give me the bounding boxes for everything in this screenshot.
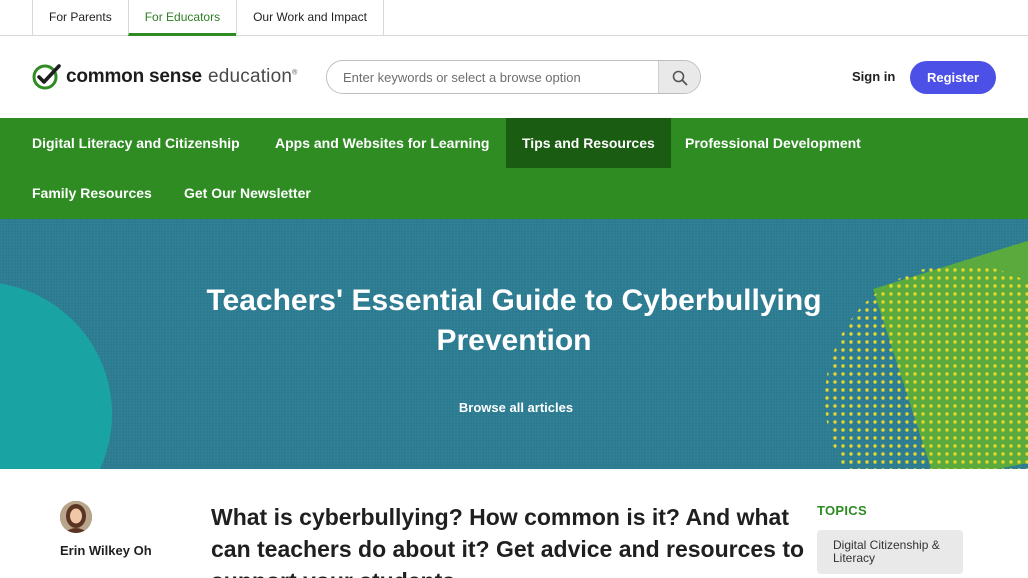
search-input[interactable] [327,61,658,93]
search-button[interactable] [658,61,700,93]
checkmark-logo-icon [32,64,61,90]
nav-item-newsletter[interactable]: Get Our Newsletter [184,168,311,218]
main-navigation: Digital Literacy and Citizenship Apps an… [0,118,1028,219]
logo-subbrand: education® [208,66,298,88]
site-header: common sense education® Sign in Register [0,36,1028,118]
tab-for-parents[interactable]: For Parents [32,0,128,36]
article-intro: What is cyberbullying? How common is it?… [211,504,805,578]
teal-circle-shape [0,283,112,469]
nav-item-professional-development[interactable]: Professional Development [685,118,861,168]
page-title: Teachers' Essential Guide to Cyberbullyi… [206,284,822,357]
topic-chip-digital-citizenship[interactable]: Digital Citizenship & Literacy [817,530,963,574]
tab-for-educators[interactable]: For Educators [127,0,237,36]
tab-our-work-and-impact[interactable]: Our Work and Impact [236,0,384,36]
register-button[interactable]: Register [910,61,996,94]
author-portrait-icon [60,501,92,533]
author-name[interactable]: Erin Wilkey Oh [60,543,152,558]
topics-heading: TOPICS [817,503,867,518]
audience-bar: For Parents For Educators Our Work and I… [0,0,1028,36]
browse-all-articles-link[interactable]: Browse all articles [416,400,616,415]
nav-item-tips-and-resources[interactable]: Tips and Resources [506,118,671,168]
logo-wordmark: common sense [66,66,202,87]
nav-item-family-resources[interactable]: Family Resources [32,168,152,218]
logo-registered-mark: ® [292,69,298,77]
search-icon [672,70,687,86]
sign-in-link[interactable]: Sign in [852,69,895,84]
yellow-dots-shape [825,264,1028,469]
nav-item-apps-and-websites[interactable]: Apps and Websites for Learning [275,118,489,168]
logo-subbrand-text: education [207,66,293,87]
audience-tabs: For Parents For Educators Our Work and I… [32,0,384,36]
search-bar [326,60,701,94]
author-avatar[interactable] [60,501,92,533]
hero-banner: Teachers' Essential Guide to Cyberbullyi… [0,219,1028,469]
nav-item-digital-literacy[interactable]: Digital Literacy and Citizenship [32,118,240,168]
common-sense-education-logo[interactable]: common sense education® [32,63,298,91]
